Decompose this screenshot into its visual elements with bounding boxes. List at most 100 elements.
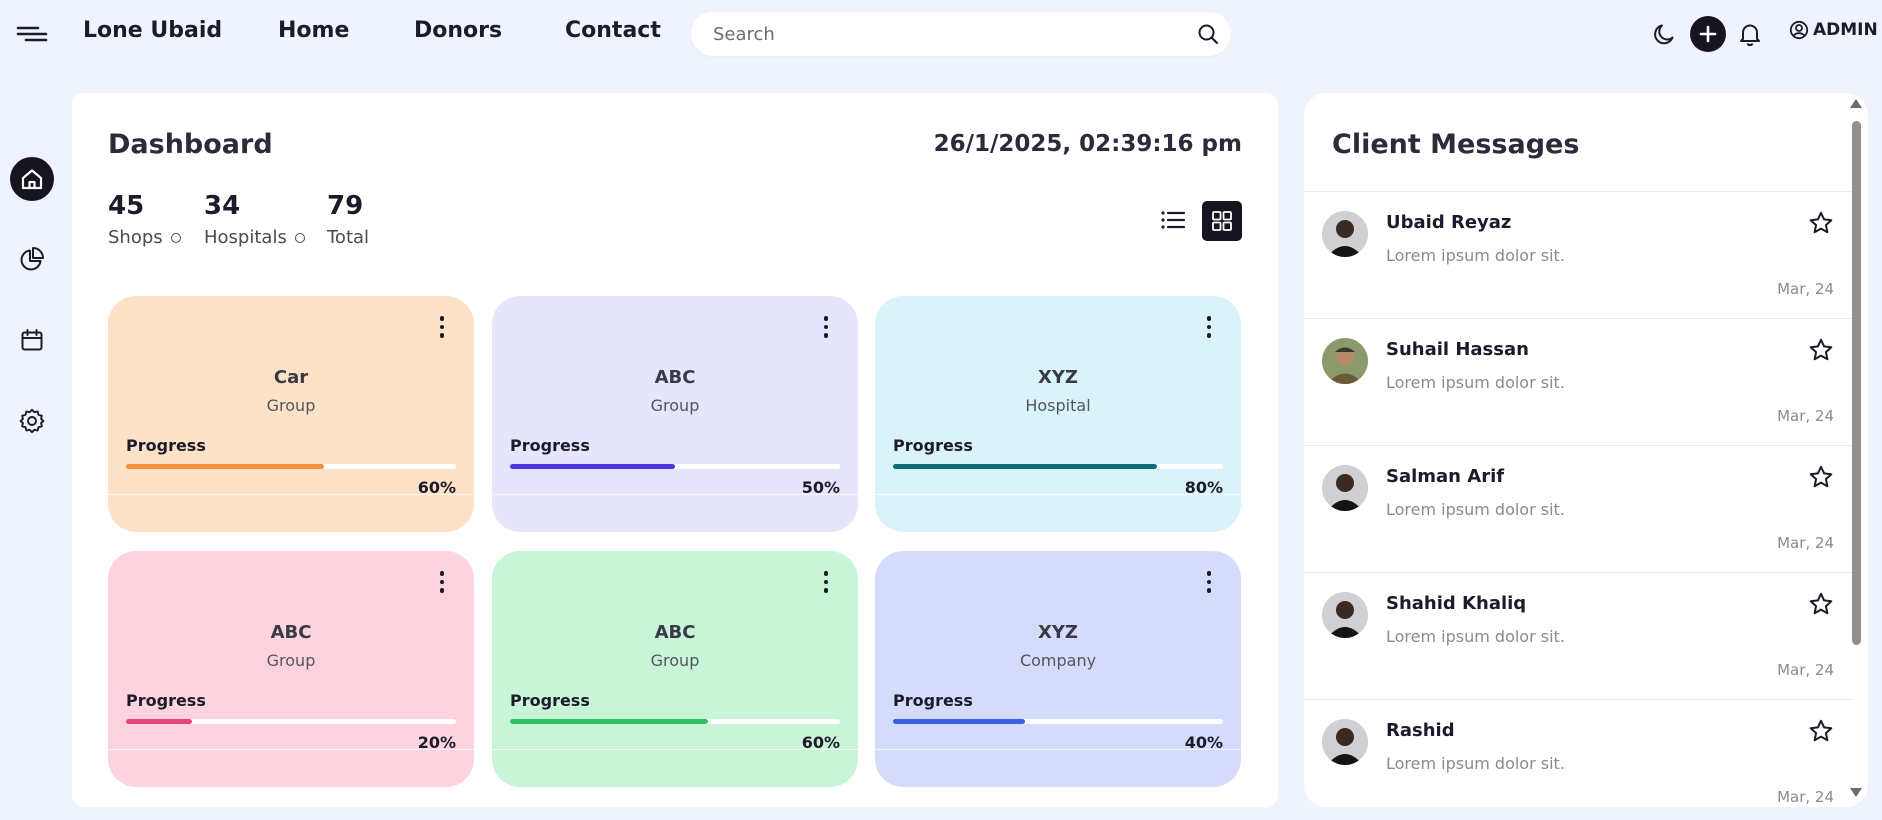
card-divider — [108, 749, 474, 750]
message-date: Mar, 24 — [1777, 661, 1834, 679]
grid-icon — [1212, 211, 1232, 231]
top-bar: Lone Ubaid Home Donors Contact Search AD… — [0, 0, 1882, 68]
moon-icon[interactable] — [1647, 16, 1683, 52]
stat-hospitals: 34 Hospitals — [204, 193, 305, 248]
stat-label: Total — [327, 227, 370, 248]
scrollbar[interactable] — [1848, 95, 1864, 805]
sidebar-item-analytics[interactable] — [10, 237, 54, 281]
more-vertical-icon[interactable] — [1199, 314, 1219, 340]
nav-contact[interactable]: Contact — [565, 18, 661, 43]
message-item[interactable]: Ubaid Reyaz Lorem ipsum dolor sit. Mar, … — [1304, 192, 1852, 319]
search-input[interactable] — [713, 12, 1163, 56]
progress-bar — [893, 464, 1223, 469]
message-item[interactable]: Suhail Hassan Lorem ipsum dolor sit. Mar… — [1304, 319, 1852, 446]
bell-icon[interactable] — [1732, 16, 1768, 52]
messages-title: Client Messages — [1332, 129, 1580, 160]
scroll-thumb[interactable] — [1852, 121, 1861, 645]
project-card[interactable]: Car Group Progress 60% — [108, 296, 474, 532]
avatar — [1322, 592, 1368, 638]
list-icon — [1161, 211, 1186, 229]
stat-total: 79 Total — [327, 193, 369, 248]
nav-donors[interactable]: Donors — [414, 18, 502, 43]
message-item[interactable]: Salman Arif Lorem ipsum dolor sit. Mar, … — [1304, 446, 1852, 573]
more-vertical-icon[interactable] — [816, 314, 836, 340]
card-title: ABC — [654, 367, 696, 388]
search-bar — [691, 12, 1231, 56]
message-preview: Lorem ipsum dolor sit. — [1386, 754, 1565, 773]
client-messages-panel: Client Messages Ubaid Reyaz Lorem ipsum … — [1304, 93, 1868, 807]
dashboard-panel: Dashboard 26/1/2025, 02:39:16 pm 45 Shop… — [72, 93, 1278, 807]
message-item[interactable]: Shahid Khaliq Lorem ipsum dolor sit. Mar… — [1304, 573, 1852, 700]
star-icon[interactable] — [1808, 718, 1834, 744]
star-icon[interactable] — [1808, 337, 1834, 363]
progress-label: Progress — [510, 691, 590, 710]
progress-bar — [510, 464, 840, 469]
menu-icon[interactable] — [14, 19, 50, 49]
card-type: Company — [1019, 651, 1097, 670]
admin-label: ADMIN — [1813, 20, 1878, 40]
sidebar-item-calendar[interactable] — [10, 318, 54, 362]
card-type: Hospital — [1025, 396, 1091, 415]
star-icon[interactable] — [1808, 210, 1834, 236]
nav-home[interactable]: Home — [278, 18, 349, 43]
stat-label: Shops — [108, 227, 163, 248]
current-datetime: 26/1/2025, 02:39:16 pm — [933, 131, 1242, 157]
card-type: Group — [650, 651, 700, 670]
sender-name: Salman Arif — [1386, 466, 1505, 487]
more-vertical-icon[interactable] — [1199, 569, 1219, 595]
progress-fill — [893, 719, 1025, 724]
message-preview: Lorem ipsum dolor sit. — [1386, 627, 1565, 646]
sender-name: Rashid — [1386, 720, 1455, 741]
more-vertical-icon[interactable] — [432, 569, 452, 595]
progress-fill — [510, 464, 675, 469]
progress-bar — [126, 464, 456, 469]
progress-fill — [126, 719, 192, 724]
project-card[interactable]: XYZ Company Progress 40% — [875, 551, 1241, 787]
grid-view-button[interactable] — [1202, 201, 1242, 241]
progress-fill — [893, 464, 1157, 469]
sidebar-item-settings[interactable] — [10, 399, 54, 443]
card-title: Car — [273, 367, 309, 388]
card-divider — [108, 494, 474, 495]
project-card[interactable]: ABC Group Progress 60% — [492, 551, 858, 787]
search-icon[interactable] — [1197, 23, 1219, 45]
message-preview: Lorem ipsum dolor sit. — [1386, 246, 1565, 265]
stat-value: 34 — [204, 191, 241, 221]
circle-icon — [294, 232, 305, 243]
brand-name[interactable]: Lone Ubaid — [83, 18, 222, 43]
message-item[interactable]: Rashid Lorem ipsum dolor sit. Mar, 24 — [1304, 700, 1852, 807]
stat-shops: 45 Shops — [108, 193, 181, 248]
progress-fill — [126, 464, 324, 469]
card-title: ABC — [654, 622, 696, 643]
star-icon[interactable] — [1808, 591, 1834, 617]
list-view-button[interactable] — [1154, 201, 1192, 239]
add-button[interactable] — [1690, 16, 1726, 52]
card-title: XYZ — [1038, 622, 1078, 643]
avatar — [1322, 719, 1368, 765]
scroll-up-arrow[interactable] — [1850, 99, 1862, 108]
progress-bar — [126, 719, 456, 724]
more-vertical-icon[interactable] — [816, 569, 836, 595]
avatar — [1322, 465, 1368, 511]
progress-label: Progress — [126, 691, 206, 710]
scroll-down-arrow[interactable] — [1850, 788, 1862, 797]
sidebar-item-home[interactable] — [10, 157, 54, 201]
card-divider — [492, 749, 858, 750]
home-icon — [21, 169, 43, 190]
sender-name: Shahid Khaliq — [1386, 593, 1527, 614]
circle-icon — [170, 232, 181, 243]
project-card[interactable]: XYZ Hospital Progress 80% — [875, 296, 1241, 532]
progress-label: Progress — [893, 691, 973, 710]
admin-menu[interactable]: ADMIN — [1789, 20, 1878, 40]
message-preview: Lorem ipsum dolor sit. — [1386, 500, 1565, 519]
pie-chart-icon — [20, 247, 44, 271]
project-card[interactable]: ABC Group Progress 20% — [108, 551, 474, 787]
project-card[interactable]: ABC Group Progress 50% — [492, 296, 858, 532]
stat-value: 45 — [108, 191, 145, 221]
stat-value: 79 — [327, 191, 364, 221]
card-type: Group — [650, 396, 700, 415]
more-vertical-icon[interactable] — [432, 314, 452, 340]
star-icon[interactable] — [1808, 464, 1834, 490]
message-date: Mar, 24 — [1777, 534, 1834, 552]
message-date: Mar, 24 — [1777, 280, 1834, 298]
